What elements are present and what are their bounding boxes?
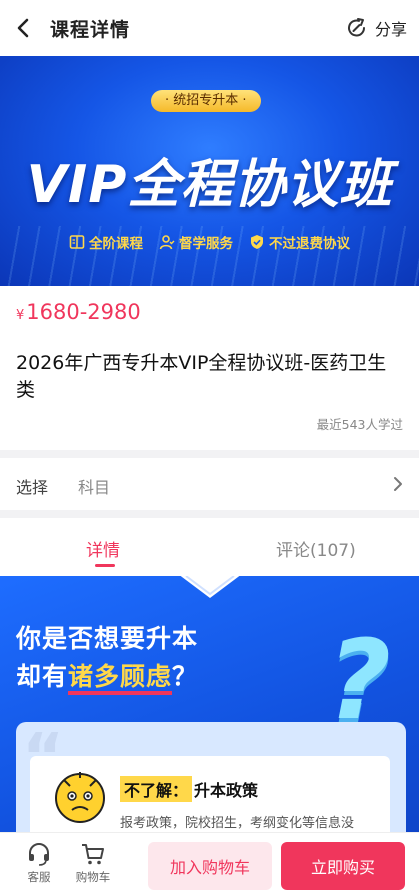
- headline-highlight: 诸多顾虑: [68, 662, 173, 695]
- select-value: 科目: [78, 478, 111, 497]
- select-label: 选择: [16, 478, 49, 497]
- feature-label: 督学服务: [179, 236, 233, 252]
- banner-title: VIP全程协议班: [26, 155, 393, 215]
- customer-service-label: 客服: [27, 870, 51, 884]
- supervisor-icon: [159, 235, 175, 250]
- chevron-right-icon: [394, 477, 402, 491]
- headline-line-1: 你是否想要升本: [16, 624, 199, 653]
- content-headline: 你是否想要升本 却有诸多顾虑？: [16, 620, 198, 696]
- price: ¥1680-2980: [16, 300, 141, 324]
- buy-now-button[interactable]: 立即购买: [281, 842, 405, 890]
- share-label: 分享: [374, 20, 407, 39]
- confused-face-icon: [55, 772, 105, 823]
- tab-bar: 详情 评论(107): [0, 518, 419, 576]
- active-tab-indicator: [95, 564, 115, 567]
- tab-detail[interactable]: 详情: [86, 536, 120, 561]
- detail-content-image: 你是否想要升本 却有诸多顾虑？ ? “ 不了解： 升本政策 报考政策，院校招生，…: [0, 576, 419, 832]
- headline-line-2: 却有诸多顾虑？: [16, 658, 198, 696]
- feature-item: 全阶课程: [69, 232, 143, 252]
- shield-check-icon: [251, 235, 263, 249]
- course-info: ¥1680-2980 2026年广西专升本VIP全程协议班-医药卫生类 最近54…: [0, 286, 419, 450]
- share-icon: [348, 18, 365, 37]
- banner-tag: · 统招专升本 ·: [151, 90, 261, 112]
- cart-icon: [82, 844, 104, 865]
- banner-features: 全阶课程 督学服务 不过退费协议: [0, 232, 419, 252]
- feature-item: 督学服务: [159, 232, 233, 252]
- concern-topic: 升本政策: [194, 781, 259, 800]
- cart-button[interactable]: 购物车: [68, 841, 118, 885]
- concern-description: 报考政策，院校招生，考纲变化等信息没: [120, 816, 355, 831]
- top-bar: 课程详情 分享: [0, 0, 419, 56]
- bottom-action-bar: 客服 购物车 加入购物车 立即购买: [0, 832, 419, 894]
- tab-review[interactable]: 评论(107): [276, 536, 356, 561]
- feature-label: 全阶课程: [89, 236, 143, 252]
- headline-part-a: 却有: [16, 662, 69, 691]
- learned-count: 最近543人学过: [316, 417, 403, 432]
- course-detail-page: 课程详情 分享 · 统招专升本 · VIP全程协议班 全阶课程 督学服务 不过退…: [0, 0, 419, 894]
- concern-title: 不了解： 升本政策: [120, 776, 258, 802]
- course-title: 2026年广西专升本VIP全程协议班-医药卫生类: [16, 352, 387, 401]
- cart-label: 购物车: [75, 870, 111, 884]
- concern-mark: 不了解：: [120, 776, 193, 802]
- back-arrow-icon[interactable]: [10, 14, 38, 42]
- customer-service-button[interactable]: 客服: [14, 841, 64, 885]
- price-value: 1680-2980: [26, 300, 141, 324]
- notch-arrow-icon: [180, 576, 240, 598]
- share-button[interactable]: 分享: [345, 14, 407, 42]
- course-banner: · 统招专升本 · VIP全程协议班 全阶课程 督学服务 不过退费协议: [0, 56, 419, 286]
- add-to-cart-button[interactable]: 加入购物车: [148, 842, 272, 890]
- headset-icon: [29, 843, 49, 866]
- subject-selector[interactable]: 选择 科目: [0, 458, 419, 510]
- headline-part-c: ？: [172, 662, 199, 691]
- feature-item: 不过退费协议: [249, 232, 350, 252]
- price-symbol: ¥: [16, 308, 25, 323]
- page-title: 课程详情: [50, 19, 131, 41]
- book-icon: [69, 235, 85, 249]
- feature-label: 不过退费协议: [269, 236, 350, 252]
